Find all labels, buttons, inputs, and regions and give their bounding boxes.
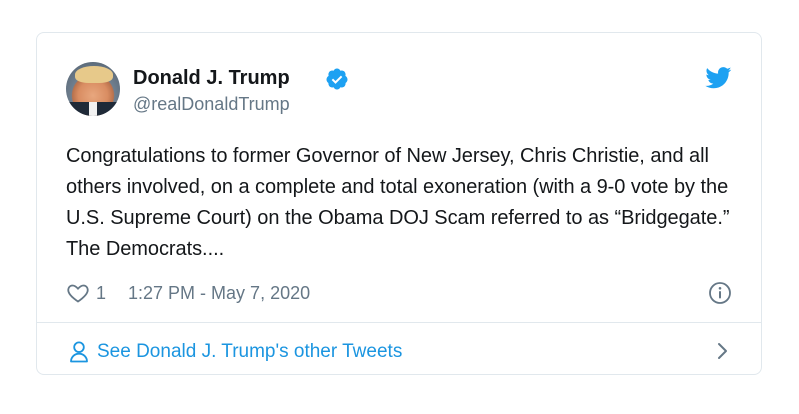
see-other-tweets-link[interactable]: See Donald J. Trump's other Tweets [69,338,402,366]
chevron-right-icon[interactable] [716,340,730,362]
person-icon [70,341,88,363]
divider [37,322,761,323]
see-other-tweets-label: See Donald J. Trump's other Tweets [97,341,403,362]
tweet-meta: 1 1:27 PM - May 7, 2020 [66,281,310,305]
author-name[interactable]: Donald J. Trump [133,67,290,90]
author-handle[interactable]: @realDonaldTrump [133,94,290,115]
avatar[interactable] [66,62,120,116]
tweet-text: Congratulations to former Governor of Ne… [66,145,730,260]
tweet-card: Donald J. Trump @realDonaldTrump Congrat… [36,32,762,375]
heart-icon[interactable] [66,281,90,305]
twitter-bird-icon[interactable] [705,67,732,89]
verified-badge-icon [326,68,348,90]
like-count: 1 [96,282,107,303]
timestamp[interactable]: 1:27 PM - May 7, 2020 [128,283,310,304]
info-icon[interactable] [708,281,732,305]
